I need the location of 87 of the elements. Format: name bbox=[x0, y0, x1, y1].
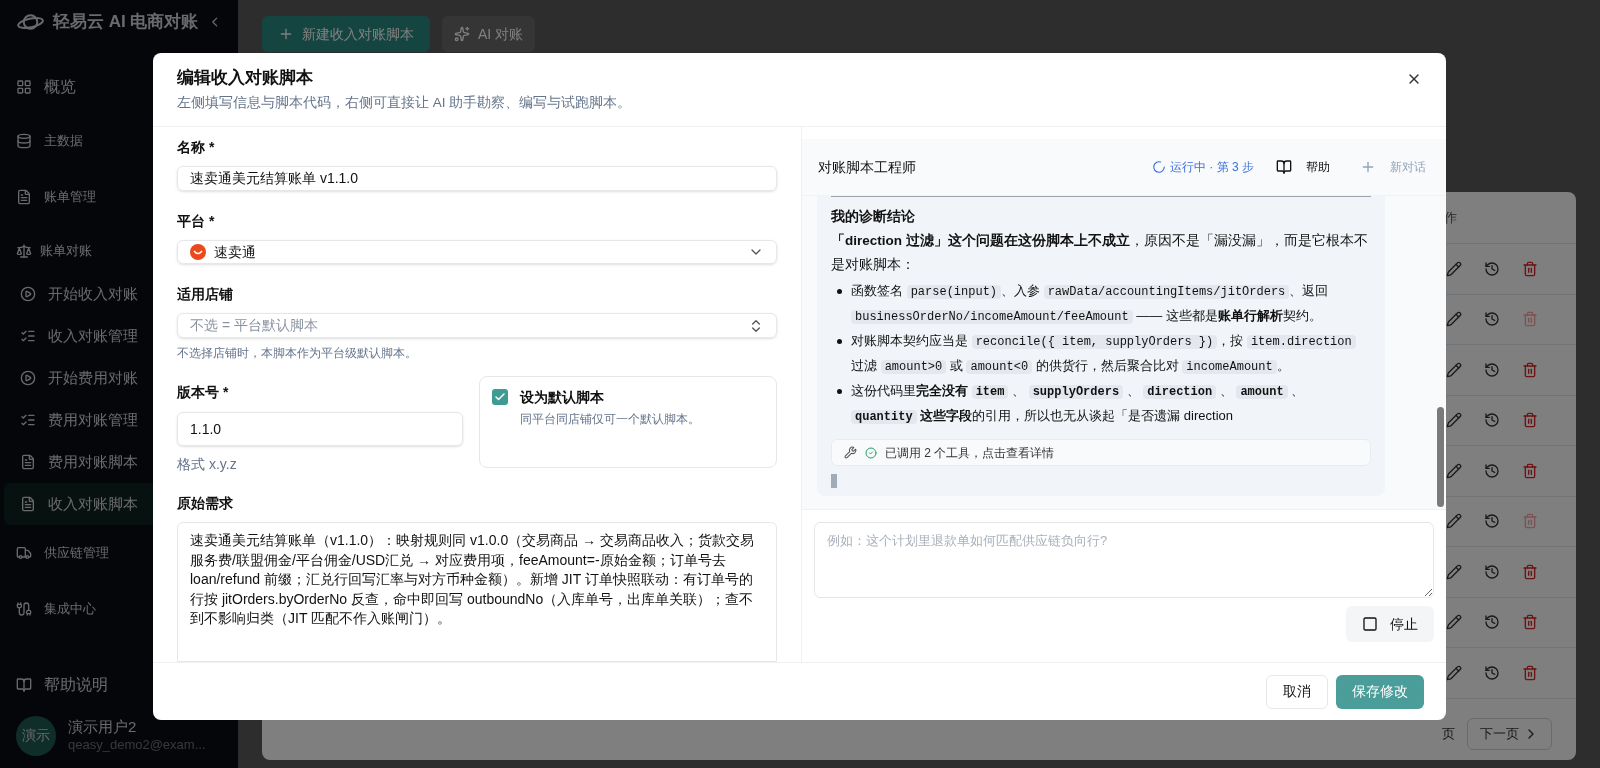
message-bullet: 函数签名 parse(input) 、入参 rawData/accountingItems/jitOrders 、返回 businessOrderNo/incomeAmount/feeAmount —— 这些都是账单行解析契约。 bbox=[835, 279, 1371, 330]
page-info: 页 bbox=[1442, 725, 1455, 744]
stop-square-icon bbox=[1362, 616, 1378, 632]
spinner-icon bbox=[1152, 160, 1166, 174]
history-icon[interactable] bbox=[1484, 614, 1500, 631]
save-button[interactable]: 保存修改 bbox=[1336, 674, 1424, 709]
platform-select[interactable]: 速卖通 bbox=[177, 239, 777, 265]
document-icon bbox=[20, 496, 36, 513]
edit-icon[interactable] bbox=[1446, 614, 1462, 631]
new-chat-button[interactable]: 新对话 bbox=[1356, 158, 1430, 176]
stop-button[interactable]: 停止 bbox=[1346, 606, 1434, 642]
history-icon[interactable] bbox=[1484, 664, 1500, 681]
ai-reconcile-button[interactable]: AI 对账 bbox=[442, 16, 536, 52]
message-heading: 我的诊断结论 bbox=[831, 208, 916, 226]
chat-input[interactable]: 例如：这个计划里退款单如何匹配供应链负向行? bbox=[814, 522, 1434, 598]
history-icon[interactable] bbox=[1484, 563, 1500, 580]
requirement-textarea[interactable]: 速卖通美元结算账单（v1.1.0）：映射规则同 v1.0.0（交易商品 → 交易商品收入；货款交易服务费/联盟佣金/平台佣金/USD汇兑 → 对应费用项，feeAmount=-原始金额；订单号去 loan/refund 前缀；汇兑行回写汇率与对方币种金额）。新增 JIT 订单快照联动：有订单号的行按 jitOrders.byOrderNo 反查，命中即回写 outboundNo（入库单号，出库单关联）；查不到不影响归类（JIT 匹配不作入账闸门）。 bbox=[177, 522, 777, 662]
run-status: 运行中 · 第 3 步 bbox=[1170, 159, 1254, 176]
brand-name: 轻易云 AI 电商对账 bbox=[53, 10, 199, 33]
history-icon[interactable] bbox=[1484, 462, 1500, 479]
message-bullet: 这份代码里完全没有 item 、 supplyOrders 、 direction 、 amount 、 quantity 这些字段的引用，所以也无从谈起「是否遗漏 direction bbox=[835, 379, 1371, 430]
history-icon[interactable] bbox=[1484, 412, 1500, 429]
grid-icon bbox=[16, 79, 32, 96]
help-button[interactable]: 帮助 bbox=[1272, 158, 1334, 176]
tool-call-summary[interactable]: 已调用 2 个工具，点击查看详情 bbox=[831, 439, 1371, 467]
document-icon bbox=[16, 189, 32, 206]
message-bullet: 对账脚本契约应当是 reconcile({ item, supplyOrders }) ，按 item.direction 过滤 amount>0 或 amount<0 的供货行，然后聚合比对 incomeAmount 。 bbox=[835, 329, 1371, 380]
plus-icon bbox=[1360, 159, 1376, 175]
check-circle-icon bbox=[865, 446, 877, 459]
scrollbar[interactable] bbox=[1437, 407, 1444, 507]
field-label: 版本号 * bbox=[177, 383, 230, 402]
new-script-button[interactable]: 新建收入对账脚本 bbox=[262, 16, 430, 52]
delete-icon[interactable] bbox=[1522, 563, 1538, 580]
field-hint: 格式 x.y.z bbox=[177, 455, 238, 474]
user-avatar[interactable]: 演示 bbox=[16, 715, 56, 756]
dialog-title: 编辑收入对账脚本 bbox=[177, 67, 313, 89]
scales-icon bbox=[16, 243, 32, 260]
edit-icon[interactable] bbox=[1446, 462, 1462, 479]
book-icon bbox=[1276, 159, 1292, 175]
checkbox-label: 设为默认脚本 bbox=[520, 388, 605, 407]
section-heading: 账单对账 bbox=[40, 242, 92, 261]
edit-icon[interactable] bbox=[1446, 412, 1462, 429]
history-icon[interactable] bbox=[1484, 260, 1500, 277]
assistant-title: 对账脚本工程师 bbox=[818, 157, 916, 177]
check-icon bbox=[494, 391, 506, 403]
history-icon[interactable] bbox=[1484, 311, 1500, 328]
wrench-icon bbox=[844, 446, 857, 460]
field-label: 名称 * bbox=[177, 138, 216, 157]
message-paragraph: 「direction 过滤」这个问题在这份脚本上不成立，原因不是「漏没漏」，而是它根本不是对账脚本： bbox=[831, 232, 1369, 275]
nav-item[interactable]: 帮助说明 bbox=[0, 659, 238, 712]
edit-icon[interactable] bbox=[1446, 260, 1462, 277]
delete-icon[interactable] bbox=[1522, 614, 1538, 631]
field-label: 平台 * bbox=[177, 211, 216, 231]
edit-icon[interactable] bbox=[1446, 513, 1462, 530]
document-icon bbox=[20, 454, 36, 471]
history-icon[interactable] bbox=[1484, 361, 1500, 378]
plug-icon bbox=[16, 601, 32, 618]
typing-cursor bbox=[831, 474, 837, 489]
checkbox-description: 同平台同店铺仅可一个默认脚本。 bbox=[520, 411, 700, 428]
delete-icon[interactable] bbox=[1522, 462, 1538, 479]
sparkle-icon bbox=[454, 26, 470, 42]
cancel-button[interactable]: 取消 bbox=[1266, 674, 1328, 709]
book-icon bbox=[16, 677, 32, 694]
user-name: 演示用户2 bbox=[68, 718, 138, 737]
delete-icon[interactable] bbox=[1522, 412, 1538, 429]
truck-icon bbox=[16, 545, 32, 562]
edit-icon[interactable] bbox=[1446, 563, 1462, 580]
version-input[interactable]: 1.1.0 bbox=[177, 412, 463, 446]
delete-icon[interactable] bbox=[1522, 664, 1538, 681]
edit-icon[interactable] bbox=[1446, 311, 1462, 328]
play-icon bbox=[20, 370, 36, 387]
delete-icon[interactable] bbox=[1522, 260, 1538, 277]
shopping-bag-logo-icon bbox=[190, 244, 206, 260]
history-icon[interactable] bbox=[1484, 513, 1500, 530]
database-icon bbox=[16, 133, 32, 150]
checkbox[interactable] bbox=[492, 389, 508, 405]
field-label: 原始需求 bbox=[177, 494, 234, 513]
field-hint: 不选择店铺时，本脚本作为平台级默认脚本。 bbox=[177, 345, 418, 362]
plus-icon bbox=[278, 26, 294, 42]
play-icon bbox=[20, 286, 36, 303]
edit-icon[interactable] bbox=[1446, 664, 1462, 681]
dialog-subtitle: 左侧填写信息与脚本代码，右侧可直接让 AI 助手勘察、编写与试跑脚本。 bbox=[177, 93, 633, 112]
name-input[interactable]: 速卖通美元结算账单 v1.1.0 bbox=[177, 166, 777, 191]
delete-icon[interactable] bbox=[1522, 361, 1538, 378]
edit-icon[interactable] bbox=[1446, 361, 1462, 378]
store-select[interactable]: 不选 = 平台默认脚本 bbox=[177, 313, 777, 338]
field-label: 适用店铺 bbox=[177, 285, 234, 305]
